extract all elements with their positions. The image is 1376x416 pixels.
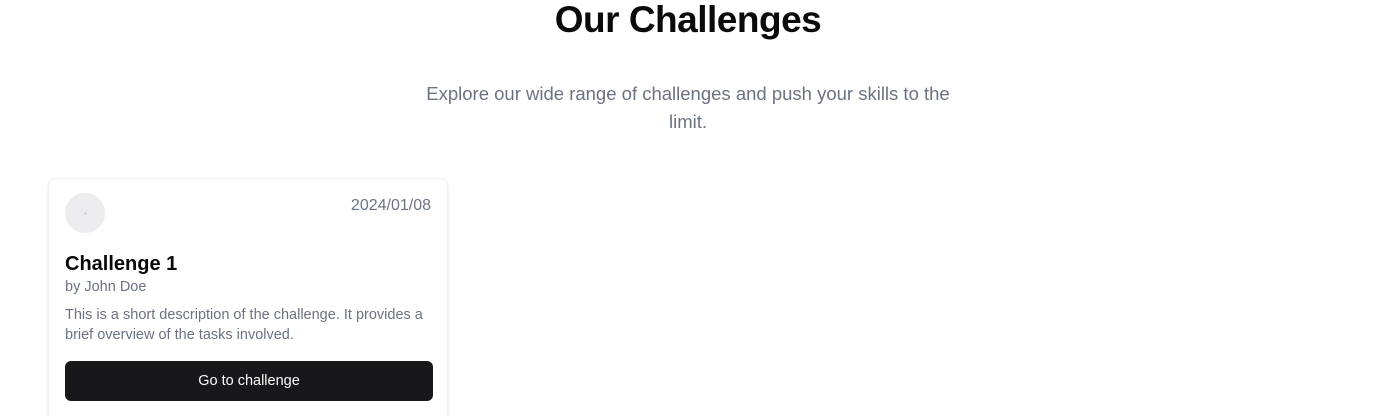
challenge-title: Challenge 1 xyxy=(65,253,178,275)
go-to-challenge-button[interactable]: Go to challenge xyxy=(65,361,433,401)
challenge-date: 2024/01/08 xyxy=(350,197,431,214)
avatar xyxy=(65,193,105,233)
challenge-description: This is a short description of the chall… xyxy=(65,307,423,343)
challenges-page: Our Challenges Explore our wide range of… xyxy=(0,0,1376,416)
page-title: Our Challenges xyxy=(554,0,822,40)
avatar-placeholder-icon xyxy=(83,211,87,215)
page-subtitle: Explore our wide range of challenges and… xyxy=(426,83,950,132)
challenge-author: by John Doe xyxy=(65,279,147,295)
challenge-card: 2024/01/08 Challenge 1 by John Doe This … xyxy=(48,178,448,416)
